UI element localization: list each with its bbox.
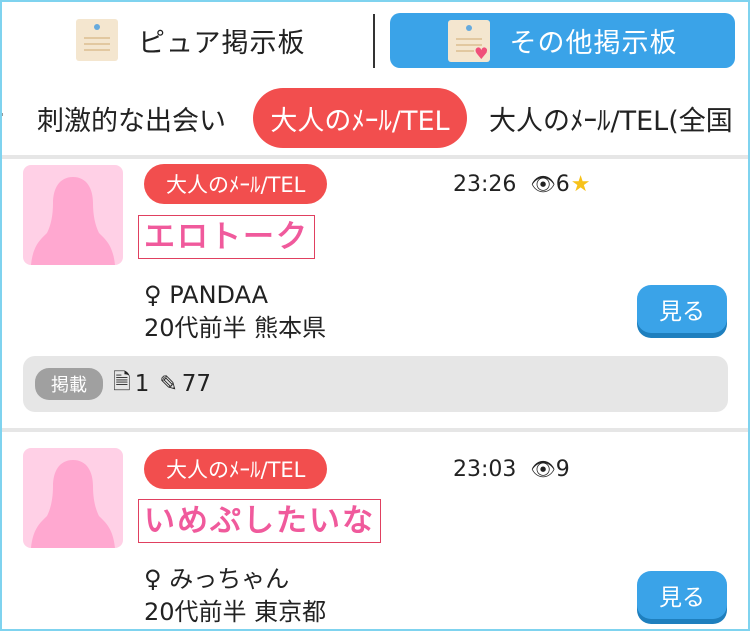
document-icon: 🗎	[113, 370, 131, 395]
board-tab-pure[interactable]: ピュア掲示板	[76, 19, 305, 61]
board-divider	[373, 14, 375, 68]
eye-icon: 👁	[530, 172, 556, 196]
post-stats: 23:03 👁 9	[453, 455, 570, 483]
notice-board-heart-icon: ♥	[447, 19, 490, 62]
divider	[0, 155, 750, 159]
post-profile: 20代前半 熊本県	[144, 314, 327, 342]
edit-icon: ✎	[159, 371, 178, 397]
view-button[interactable]: 見る	[637, 571, 727, 619]
notice-board-icon	[76, 19, 118, 61]
post-title[interactable]: エロトーク	[138, 215, 315, 259]
star-icon: ★	[570, 171, 591, 197]
category-tab-active[interactable]: 大人のﾒｰﾙ/TEL	[253, 88, 467, 148]
post-author: ♀ PANDAA	[144, 281, 269, 309]
status-badge: 掲載	[35, 368, 103, 400]
category-tag: 大人のﾒｰﾙ/TEL	[144, 449, 328, 489]
board-tab-other[interactable]: ♥ その他掲示板	[390, 13, 735, 68]
post-meta-bar: 掲載 🗎 1 ✎ 77	[23, 356, 728, 412]
avatar	[23, 448, 123, 548]
view-count: 9	[555, 456, 570, 482]
reply-count: 1	[134, 371, 150, 397]
board-tabs: ピュア掲示板 ♥ その他掲示板	[0, 0, 750, 80]
edit-count: 77	[181, 371, 212, 397]
category-tag: 大人のﾒｰﾙ/TEL	[144, 164, 328, 204]
avatar	[23, 165, 123, 265]
divider	[0, 428, 750, 432]
post-time: 23:26	[453, 171, 517, 197]
board-tab-label: ピュア掲示板	[138, 27, 306, 59]
view-count: 6	[555, 171, 570, 197]
board-tab-label: その他掲示板	[509, 28, 678, 59]
category-tab[interactable]: 大人のﾒｰﾙ/TEL(全国	[489, 84, 733, 152]
category-tab[interactable]: 刺激的な出会い	[37, 84, 226, 152]
post-author: ♀ みっちゃん	[144, 565, 290, 593]
post-stats: 23:26 👁 6 ★	[453, 170, 591, 198]
post-time: 23:03	[453, 456, 517, 482]
eye-icon: 👁	[530, 457, 556, 481]
category-tabs: 刺激的な出会い 大人のﾒｰﾙ/TEL 大人のﾒｰﾙ/TEL(全国	[0, 84, 750, 152]
post-profile: 20代前半 東京都	[144, 598, 327, 626]
view-button[interactable]: 見る	[637, 285, 727, 333]
post-title[interactable]: いめぷしたいな	[138, 499, 381, 543]
